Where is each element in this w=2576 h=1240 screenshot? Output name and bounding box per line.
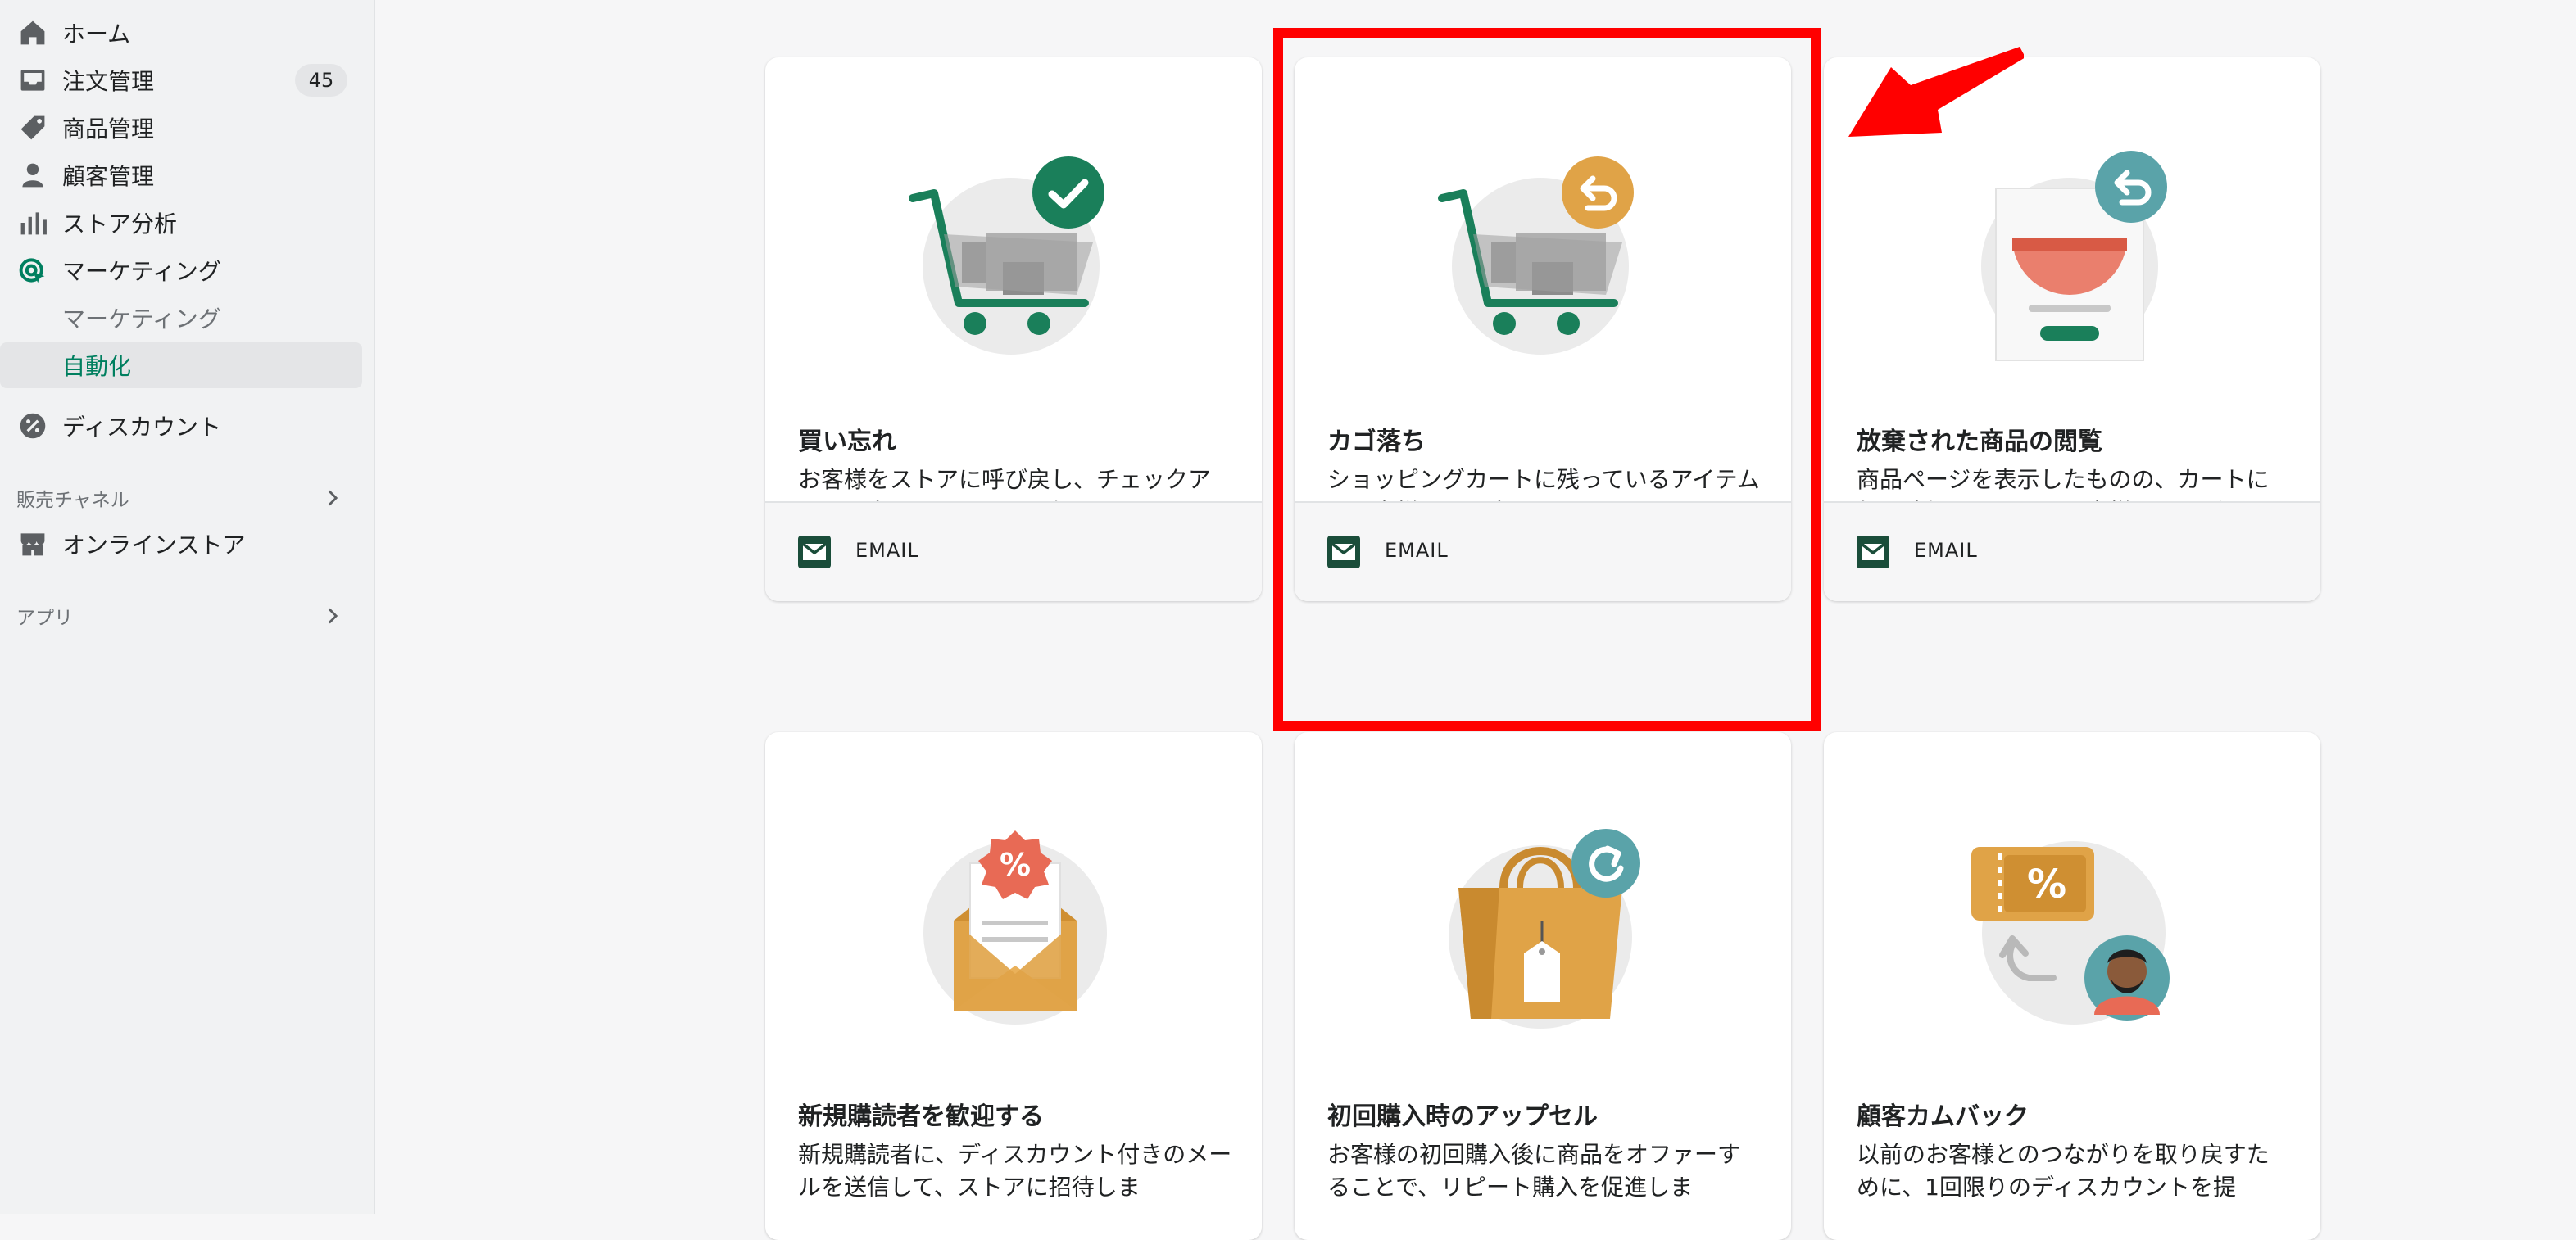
discount-icon bbox=[18, 411, 48, 441]
sidebar-item-label: 注文管理 bbox=[62, 68, 155, 95]
sidebar-item-label: マーケティング bbox=[62, 258, 221, 285]
product-page-return-illustration bbox=[1971, 151, 2176, 361]
email-icon bbox=[1857, 536, 1889, 568]
card-title: 買い忘れ bbox=[798, 428, 896, 456]
sidebar-item-label: オンラインストア bbox=[62, 532, 246, 559]
sidebar-subitem-marketing[interactable]: マーケティング bbox=[0, 295, 362, 341]
card-footer: EMAIL bbox=[765, 501, 1262, 601]
sidebar-item-products[interactable]: 商品管理 bbox=[0, 105, 362, 151]
sidebar-item-label: ストア分析 bbox=[62, 210, 178, 238]
sidebar-item-analytics[interactable]: ストア分析 bbox=[0, 200, 362, 246]
card-description: お客様の初回購入後に商品をオファーすることで、リピート購入を促進しま bbox=[1327, 1141, 1741, 1201]
sidebar-item-label: 自動化 bbox=[62, 353, 132, 380]
cart-check-illustration bbox=[909, 156, 1118, 360]
envelope-discount-illustration: % bbox=[913, 830, 1118, 1035]
card-footer: EMAIL bbox=[1824, 501, 2320, 601]
sales-channels-section-header[interactable]: 販売チャネル bbox=[16, 482, 344, 514]
bar-chart-icon bbox=[18, 208, 48, 238]
automation-card-welcome-subscriber[interactable]: % 新規購読者を歓迎する 新規購読者に、ディスカウント付きのメールを送信して、ス… bbox=[765, 732, 1262, 1240]
store-icon bbox=[18, 529, 48, 559]
sidebar-item-label: 商品管理 bbox=[62, 115, 155, 143]
card-title: 放棄された商品の閲覧 bbox=[1857, 428, 2102, 456]
sidebar-item-marketing[interactable]: マーケティング bbox=[0, 247, 362, 293]
channel-label: EMAIL bbox=[1914, 539, 1978, 562]
sales-channels-label: 販売チャネル bbox=[16, 490, 129, 511]
home-icon bbox=[18, 18, 48, 48]
card-title: 顧客カムバック bbox=[1857, 1102, 2029, 1131]
tag-icon bbox=[18, 113, 48, 143]
card-description: 新規購読者に、ディスカウント付きのメールを送信して、ストアに招待しま bbox=[798, 1141, 1232, 1201]
card-title: 初回購入時のアップセル bbox=[1327, 1102, 1598, 1131]
sidebar-item-online-store[interactable]: オンラインストア bbox=[0, 521, 362, 567]
sidebar-item-label: ディスカウント bbox=[62, 414, 222, 441]
sidebar-item-label: ホーム bbox=[62, 20, 131, 48]
card-description: 以前のお客様とのつながりを取り戻すために、1回限りのディスカウントを提 bbox=[1857, 1141, 2270, 1201]
coupon-customer-illustration: % bbox=[1971, 830, 2176, 1035]
sidebar-item-label: 顧客管理 bbox=[62, 163, 155, 190]
percent-symbol: % bbox=[2027, 862, 2066, 907]
shopping-bag-illustration bbox=[1442, 829, 1647, 1035]
sidebar-item-orders[interactable]: 注文管理 45 bbox=[0, 57, 362, 103]
annotation-highlight-box bbox=[1273, 28, 1821, 731]
apps-section-header[interactable]: アプリ bbox=[16, 600, 344, 632]
percent-symbol: % bbox=[1000, 847, 1031, 883]
person-icon bbox=[18, 161, 48, 190]
marketing-target-icon bbox=[18, 256, 48, 285]
inbox-icon bbox=[18, 66, 48, 95]
orders-count-badge: 45 bbox=[295, 64, 347, 97]
automation-card-forgotten-checkout[interactable]: 買い忘れ お客様をストアに呼び戻し、チェックアウトを完了をするように促します。 … bbox=[765, 57, 1262, 601]
apps-label: アプリ bbox=[16, 608, 73, 629]
chevron-right-icon bbox=[321, 486, 344, 509]
sidebar-item-home[interactable]: ホーム bbox=[0, 10, 362, 56]
sidebar-subitem-automation[interactable]: 自動化 bbox=[0, 342, 362, 388]
sidebar-item-customers[interactable]: 顧客管理 bbox=[0, 152, 362, 198]
sidebar: ホーム 注文管理 45 商品管理 顧客管理 ストア分析 マーケティング マーケテ… bbox=[0, 0, 375, 1214]
sidebar-item-label: マーケティング bbox=[62, 305, 221, 333]
annotation-arrow-icon bbox=[1844, 43, 2024, 141]
chevron-right-icon bbox=[321, 604, 344, 627]
automation-card-first-purchase-upsell[interactable]: 初回購入時のアップセル お客様の初回購入後に商品をオファーすることで、リピート購… bbox=[1295, 732, 1791, 1240]
automation-card-customer-winback[interactable]: % 顧客カムバック 以前のお客様とのつながりを取り戻すために、1回限りのディスカ… bbox=[1824, 732, 2320, 1240]
card-title: 新規購読者を歓迎する bbox=[798, 1102, 1044, 1131]
sidebar-item-discounts[interactable]: ディスカウント bbox=[0, 403, 362, 449]
email-icon bbox=[798, 536, 831, 568]
channel-label: EMAIL bbox=[855, 539, 919, 562]
